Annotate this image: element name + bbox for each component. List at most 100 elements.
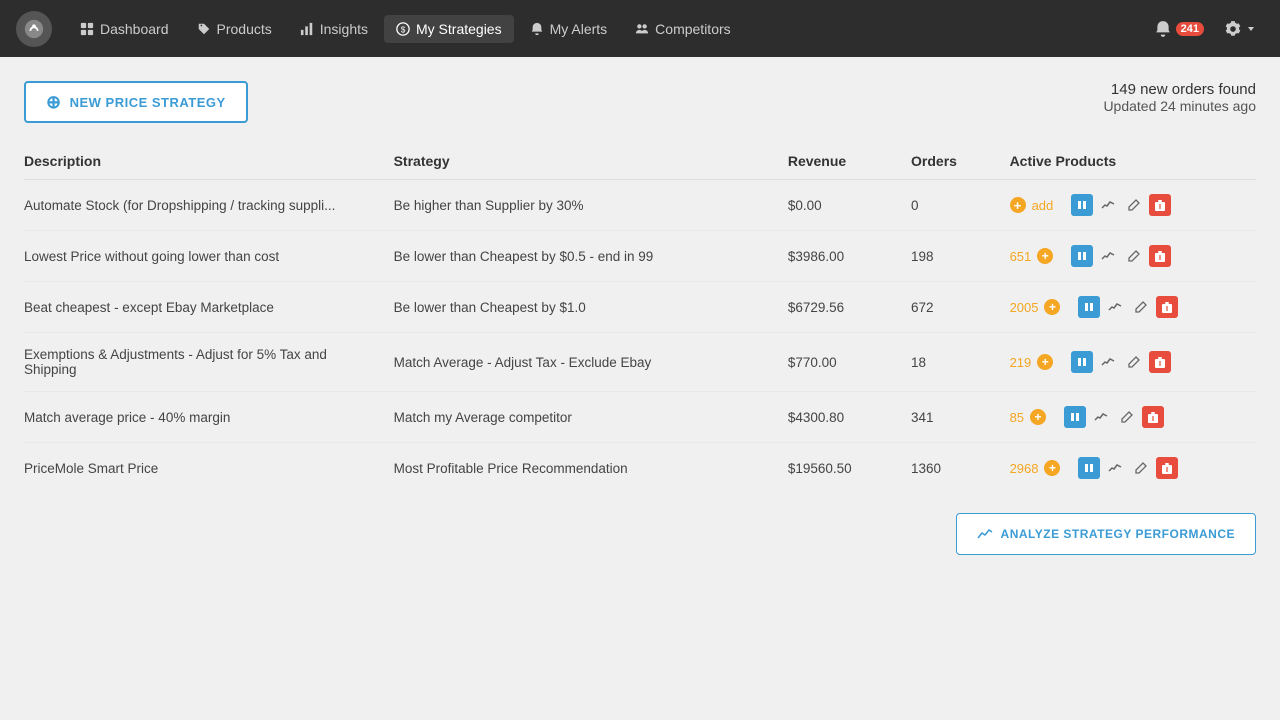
action-icons (1071, 245, 1171, 267)
cell-description: Automate Stock (for Dropshipping / track… (24, 180, 394, 231)
cell-strategy: Be lower than Cheapest by $0.5 - end in … (394, 231, 788, 282)
cell-description: Exemptions & Adjustments - Adjust for 5%… (24, 333, 394, 392)
competitors-icon (635, 22, 649, 36)
chevron-down-icon (1246, 24, 1256, 34)
line-chart-icon (1101, 251, 1115, 261)
performance-chart-button[interactable] (1097, 351, 1119, 373)
performance-chart-button[interactable] (1097, 194, 1119, 216)
table-row: Automate Stock (for Dropshipping / track… (24, 180, 1256, 231)
line-chart-icon (1101, 357, 1115, 367)
nav-insights[interactable]: Insights (288, 15, 380, 43)
edit-button[interactable] (1123, 194, 1145, 216)
action-icons (1071, 351, 1171, 373)
col-header-revenue: Revenue (788, 143, 911, 180)
pause-button[interactable] (1071, 351, 1093, 373)
action-icons (1078, 296, 1178, 318)
analyze-row: ANALYZE STRATEGY PERFORMANCE (24, 513, 1256, 555)
table-row: Exemptions & Adjustments - Adjust for 5%… (24, 333, 1256, 392)
edit-button[interactable] (1116, 406, 1138, 428)
performance-chart-button[interactable] (1097, 245, 1119, 267)
notifications-button[interactable]: 241 (1150, 16, 1208, 42)
delete-button[interactable] (1142, 406, 1164, 428)
cell-active-products: 85 + (1010, 392, 1256, 443)
pause-button[interactable] (1071, 245, 1093, 267)
product-count-label[interactable]: 651 (1010, 249, 1032, 264)
col-header-description: Description (24, 143, 394, 180)
cell-active-products: 219 + (1010, 333, 1256, 392)
nav-my-alerts[interactable]: My Alerts (518, 15, 620, 43)
edit-button[interactable] (1130, 296, 1152, 318)
pause-button[interactable] (1071, 194, 1093, 216)
pencil-icon (1135, 462, 1147, 474)
notification-badge: 241 (1176, 22, 1204, 36)
action-icons (1078, 457, 1178, 479)
pause-button[interactable] (1078, 457, 1100, 479)
nav-my-strategies[interactable]: $ My Strategies (384, 15, 514, 43)
delete-button[interactable] (1156, 457, 1178, 479)
edit-button[interactable] (1123, 245, 1145, 267)
cell-description: Lowest Price without going lower than co… (24, 231, 394, 282)
action-icons (1064, 406, 1164, 428)
col-header-orders: Orders (911, 143, 1010, 180)
pencil-icon (1128, 356, 1140, 368)
analyze-strategy-performance-button[interactable]: ANALYZE STRATEGY PERFORMANCE (956, 513, 1256, 555)
add-more-icon[interactable]: + (1044, 299, 1060, 315)
grid-icon (80, 22, 94, 36)
nav-products[interactable]: Products (185, 15, 284, 43)
svg-text:$: $ (401, 25, 406, 34)
delete-button[interactable] (1149, 351, 1171, 373)
plus-circle-icon: ⊕ (46, 93, 62, 111)
delete-button[interactable] (1156, 296, 1178, 318)
cell-active-products: 2968 + (1010, 443, 1256, 494)
pause-button[interactable] (1064, 406, 1086, 428)
cell-description: Match average price - 40% margin (24, 392, 394, 443)
add-more-icon[interactable]: + (1044, 460, 1060, 476)
nav-dashboard[interactable]: Dashboard (68, 15, 181, 43)
line-chart-icon (1101, 200, 1115, 210)
cell-description: Beat cheapest - except Ebay Marketplace (24, 282, 394, 333)
logo (16, 11, 52, 47)
performance-chart-button[interactable] (1104, 457, 1126, 479)
pencil-icon (1128, 199, 1140, 211)
line-chart-icon (1108, 463, 1122, 473)
add-more-icon[interactable]: + (1037, 248, 1053, 264)
chart-line-icon (977, 526, 993, 542)
strategy-table: Description Strategy Revenue Orders Acti… (24, 143, 1256, 493)
action-icons (1071, 194, 1171, 216)
cell-active-products: +add (1010, 180, 1256, 231)
updated-text: Updated 24 minutes ago (1103, 98, 1256, 114)
cell-strategy: Most Profitable Price Recommendation (394, 443, 788, 494)
navbar: Dashboard Products Insights $ My Strateg… (0, 0, 1280, 57)
pause-button[interactable] (1078, 296, 1100, 318)
col-header-active-products: Active Products (1010, 143, 1256, 180)
delete-button[interactable] (1149, 194, 1171, 216)
col-header-strategy: Strategy (394, 143, 788, 180)
alerts-bell-icon (530, 22, 544, 36)
insights-icon (300, 22, 314, 36)
settings-button[interactable] (1216, 16, 1264, 42)
pause-icon (1077, 200, 1087, 210)
cell-revenue: $0.00 (788, 180, 911, 231)
edit-button[interactable] (1123, 351, 1145, 373)
product-count-label[interactable]: 2005 (1010, 300, 1039, 315)
new-price-strategy-button[interactable]: ⊕ NEW PRICE STRATEGY (24, 81, 248, 123)
add-more-icon[interactable]: + (1037, 354, 1053, 370)
cell-orders: 0 (911, 180, 1010, 231)
delete-button[interactable] (1149, 245, 1171, 267)
table-row: Lowest Price without going lower than co… (24, 231, 1256, 282)
nav-competitors[interactable]: Competitors (623, 15, 742, 43)
cell-revenue: $6729.56 (788, 282, 911, 333)
trash-icon (1162, 301, 1172, 313)
add-more-icon[interactable]: + (1030, 409, 1046, 425)
trash-icon (1162, 462, 1172, 474)
performance-chart-button[interactable] (1090, 406, 1112, 428)
product-count-label[interactable]: 2968 (1010, 461, 1039, 476)
main-content: ⊕ NEW PRICE STRATEGY 149 new orders foun… (0, 57, 1280, 579)
product-count-label[interactable]: 85 (1010, 410, 1024, 425)
cell-orders: 1360 (911, 443, 1010, 494)
table-row: Match average price - 40% marginMatch my… (24, 392, 1256, 443)
performance-chart-button[interactable] (1104, 296, 1126, 318)
edit-button[interactable] (1130, 457, 1152, 479)
product-count-label[interactable]: 219 (1010, 355, 1032, 370)
add-products-link[interactable]: add (1032, 198, 1054, 213)
